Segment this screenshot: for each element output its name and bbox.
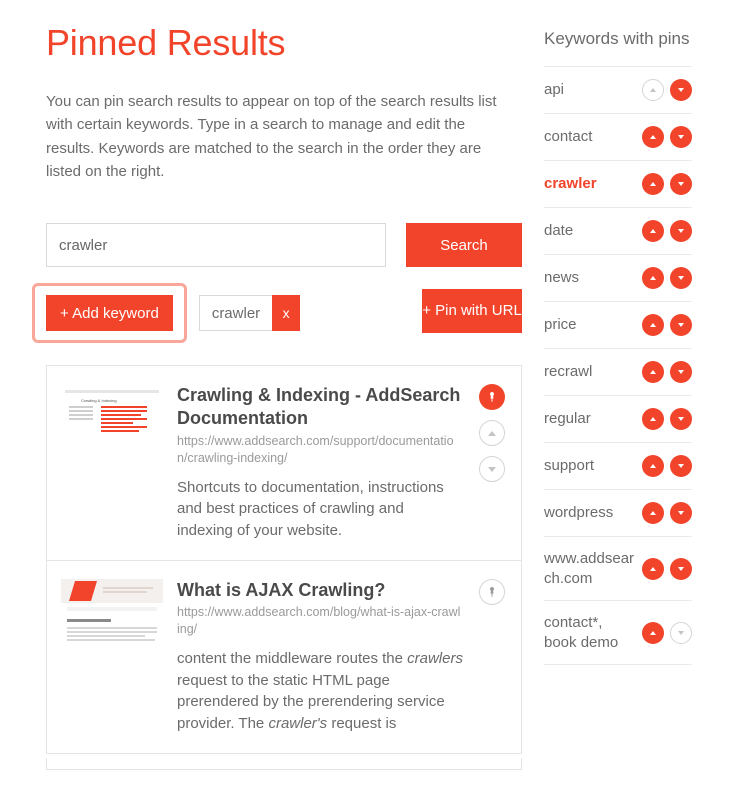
add-keyword-button[interactable]: + Add keyword — [46, 295, 173, 331]
keyword-move-up[interactable] — [642, 408, 664, 430]
result-body: Crawling & Indexing - AddSearch Document… — [177, 384, 463, 542]
result-url: https://www.addsearch.com/support/docume… — [177, 433, 463, 467]
keyword-row[interactable]: date — [544, 208, 692, 255]
result-title: What is AJAX Crawling? — [177, 579, 463, 602]
keyword-buttons — [642, 361, 692, 383]
keyword-move-down[interactable] — [670, 408, 692, 430]
pin-with-url-button[interactable]: + Pin with URL — [422, 289, 522, 333]
keyword-move-down[interactable] — [670, 502, 692, 524]
search-button[interactable]: Search — [406, 223, 522, 267]
keyword-buttons — [642, 622, 692, 644]
page-container: Pinned Results You can pin search result… — [0, 0, 730, 790]
result-body: What is AJAX Crawling? https://www.addse… — [177, 579, 463, 735]
keyword-buttons — [642, 455, 692, 477]
keyword-move-up[interactable] — [642, 220, 664, 242]
svg-text:Crawling & Indexing: Crawling & Indexing — [81, 398, 117, 403]
keyword-move-up[interactable] — [642, 558, 664, 580]
keyword-chip: crawler x — [199, 295, 300, 331]
pin-icon[interactable] — [479, 579, 505, 605]
keyword-label[interactable]: regular — [544, 409, 636, 429]
keyword-row[interactable]: contact — [544, 114, 692, 161]
keyword-label[interactable]: api — [544, 80, 636, 100]
toolbar: + Add keyword crawler x + Pin with URL — [46, 283, 522, 343]
keyword-move-down[interactable] — [670, 220, 692, 242]
sidebar-title: Keywords with pins — [544, 28, 692, 50]
keyword-label[interactable]: price — [544, 315, 636, 335]
main-column: Pinned Results You can pin search result… — [46, 0, 522, 770]
keyword-buttons — [642, 79, 692, 101]
keyword-move-up — [642, 79, 664, 101]
keyword-move-up[interactable] — [642, 126, 664, 148]
result-title: Crawling & Indexing - AddSearch Document… — [177, 384, 463, 431]
results-list: Crawling & Indexing — [46, 365, 522, 754]
move-down-button[interactable] — [479, 456, 505, 482]
keyword-buttons — [642, 126, 692, 148]
keyword-label[interactable]: recrawl — [544, 362, 636, 382]
search-input[interactable] — [46, 223, 386, 267]
keyword-move-up[interactable] — [642, 455, 664, 477]
keyword-row[interactable]: contact*, book demo — [544, 601, 692, 665]
keyword-label[interactable]: contact — [544, 127, 636, 147]
keyword-buttons — [642, 502, 692, 524]
keyword-move-up[interactable] — [642, 622, 664, 644]
keyword-label[interactable]: contact*, book demo — [544, 613, 636, 652]
keyword-move-up[interactable] — [642, 267, 664, 289]
keyword-move-up[interactable] — [642, 173, 664, 195]
move-up-button[interactable] — [479, 420, 505, 446]
keyword-move-up[interactable] — [642, 502, 664, 524]
keyword-label[interactable]: www.addsearch.com — [544, 549, 636, 588]
keyword-row[interactable]: recrawl — [544, 349, 692, 396]
keyword-buttons — [642, 173, 692, 195]
keyword-buttons — [642, 267, 692, 289]
result-controls — [477, 384, 507, 542]
keyword-move-down[interactable] — [670, 455, 692, 477]
keyword-row[interactable]: support — [544, 443, 692, 490]
keyword-move-down[interactable] — [670, 126, 692, 148]
keyword-row[interactable]: price — [544, 302, 692, 349]
page-title: Pinned Results — [46, 22, 522, 64]
keyword-label[interactable]: news — [544, 268, 636, 288]
result-description: content the middleware routes the crawle… — [177, 648, 463, 735]
keyword-row[interactable]: crawler — [544, 161, 692, 208]
keyword-label[interactable]: crawler — [544, 174, 636, 194]
search-row: Search — [46, 223, 522, 267]
keyword-label[interactable]: support — [544, 456, 636, 476]
keyword-row[interactable]: regular — [544, 396, 692, 443]
keyword-move-down[interactable] — [670, 314, 692, 336]
keyword-chip-remove[interactable]: x — [272, 295, 300, 331]
results-footer — [46, 758, 522, 770]
add-keyword-highlight: + Add keyword — [32, 283, 187, 343]
pin-icon[interactable] — [479, 384, 505, 410]
keyword-chip-label: crawler — [199, 295, 272, 331]
keyword-move-up[interactable] — [642, 361, 664, 383]
keyword-row[interactable]: news — [544, 255, 692, 302]
result-item: What is AJAX Crawling? https://www.addse… — [47, 561, 521, 753]
result-thumbnail: Crawling & Indexing — [61, 384, 163, 454]
keyword-label[interactable]: wordpress — [544, 503, 636, 523]
keyword-move-down[interactable] — [670, 173, 692, 195]
keyword-move-down[interactable] — [670, 79, 692, 101]
keyword-buttons — [642, 558, 692, 580]
result-url: https://www.addsearch.com/blog/what-is-a… — [177, 604, 463, 638]
keyword-buttons — [642, 408, 692, 430]
keyword-row[interactable]: www.addsearch.com — [544, 537, 692, 601]
keyword-move-down[interactable] — [670, 267, 692, 289]
sidebar: Keywords with pins api contact crawler date… — [544, 0, 692, 770]
keyword-move-up[interactable] — [642, 314, 664, 336]
keyword-row[interactable]: api — [544, 66, 692, 114]
keyword-buttons — [642, 314, 692, 336]
keyword-move-down[interactable] — [670, 361, 692, 383]
result-description: Shortcuts to documentation, instructions… — [177, 477, 463, 542]
keyword-buttons — [642, 220, 692, 242]
keyword-row[interactable]: wordpress — [544, 490, 692, 537]
keyword-move-down — [670, 622, 692, 644]
intro-text: You can pin search results to appear on … — [46, 90, 506, 183]
keyword-label[interactable]: date — [544, 221, 636, 241]
keyword-list: api contact crawler date news price recrawl reg… — [544, 66, 692, 665]
result-controls — [477, 579, 507, 735]
keyword-move-down[interactable] — [670, 558, 692, 580]
result-thumbnail — [61, 579, 163, 649]
result-item: Crawling & Indexing — [47, 366, 521, 561]
